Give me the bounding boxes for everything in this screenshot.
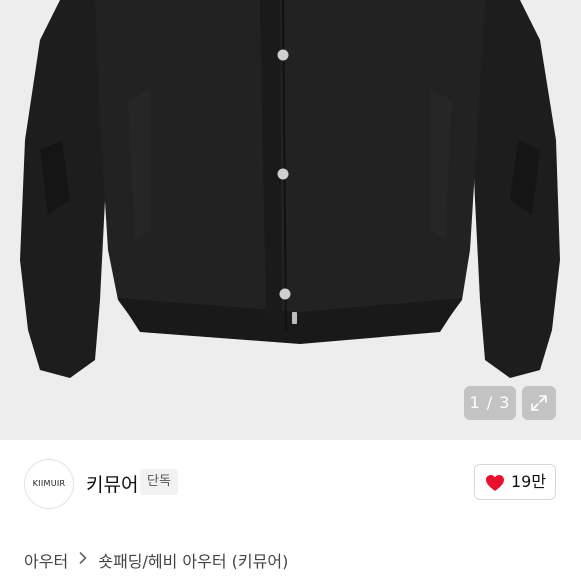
- breadcrumb: 아우터 숏패딩/헤비 아우터 (키뮤어): [24, 548, 288, 572]
- expand-arrows-icon: [531, 395, 547, 411]
- product-image-gallery[interactable]: 1 / 3: [0, 0, 581, 440]
- product-image-black-jacket: [20, 0, 560, 378]
- brand-name[interactable]: 키뮤어: [86, 470, 138, 497]
- brand-logo[interactable]: KIIMUIR: [24, 459, 74, 509]
- like-count: 19만: [511, 472, 547, 491]
- like-button[interactable]: 19만: [474, 464, 556, 500]
- breadcrumb-item-short-padding[interactable]: 숏패딩/헤비 아우터 (키뮤어): [98, 548, 288, 572]
- heart-icon: [486, 475, 504, 491]
- chevron-right-icon: [79, 552, 87, 568]
- image-page-indicator: 1 / 3: [464, 386, 516, 420]
- breadcrumb-item-outer[interactable]: 아우터: [24, 548, 68, 572]
- exclusive-badge: 단독: [140, 469, 178, 495]
- expand-image-button[interactable]: [522, 386, 556, 420]
